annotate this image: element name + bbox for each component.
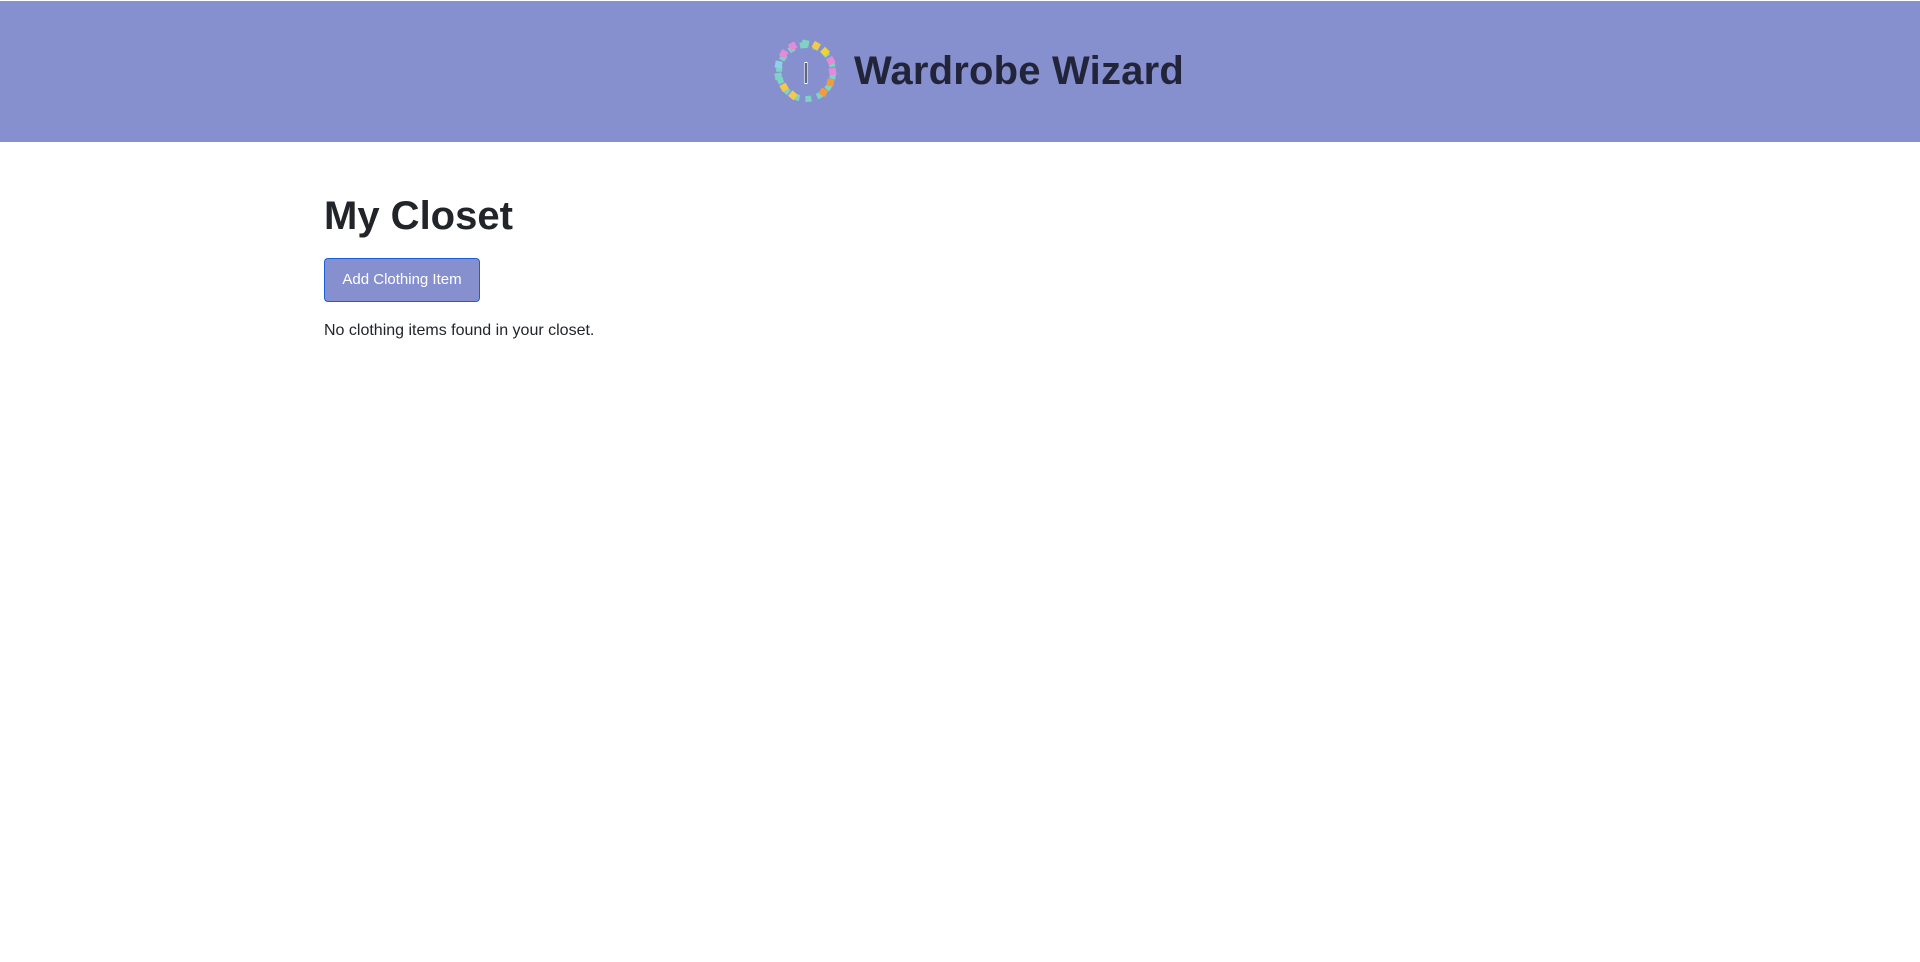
app-title: Wardrobe Wizard [853, 49, 1185, 93]
page-title: My Closet [324, 194, 513, 238]
brand[interactable]: Wardrobe Wizard [772, 38, 1184, 106]
logo-icon [774, 39, 837, 102]
add-clothing-item-button[interactable]: Add Clothing Item [324, 258, 480, 302]
main-content: My Closet Add Clothing Item No clothing … [0, 142, 1920, 340]
app-header: Wardrobe Wizard [0, 1, 1920, 142]
empty-state-message: No clothing items found in your closet. [324, 322, 595, 339]
